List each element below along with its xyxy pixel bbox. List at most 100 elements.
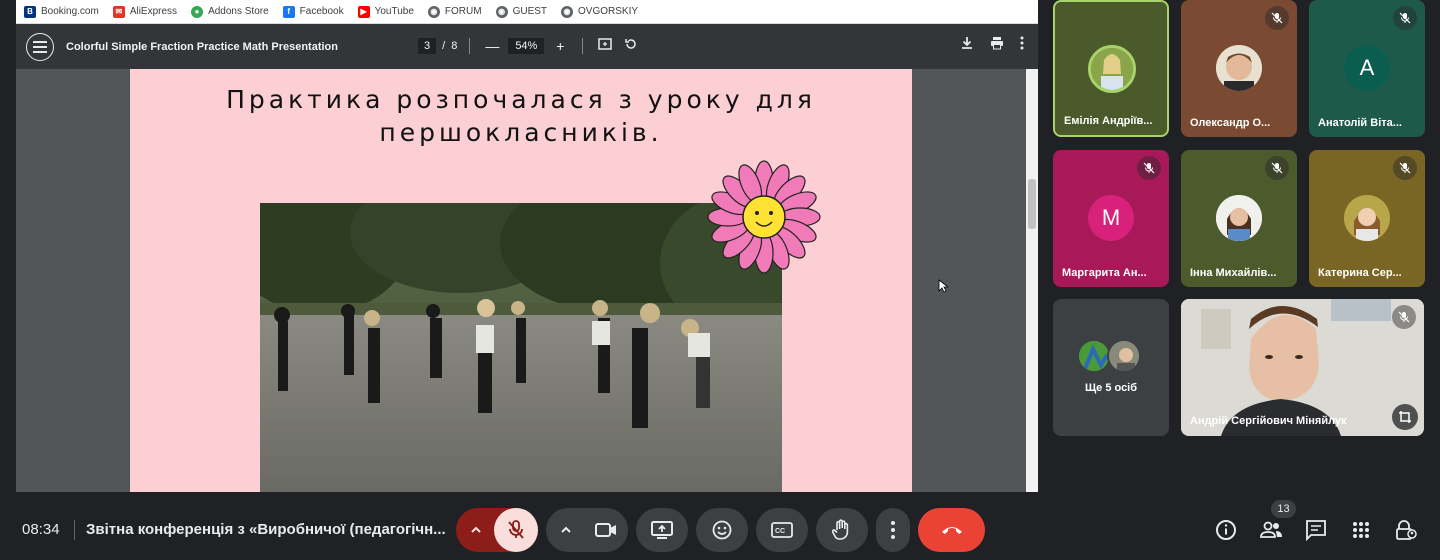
participant-name: Олександр О... xyxy=(1190,117,1271,129)
participant-tile[interactable]: Емілія Андріїв... xyxy=(1053,0,1169,137)
zoom-in-icon[interactable]: + xyxy=(550,38,570,54)
pdf-scrollbar[interactable] xyxy=(1026,69,1038,492)
aliexpress-icon: ✉ xyxy=(112,5,125,18)
slide-page: Практика розпочалася з уроку для першокл… xyxy=(130,69,912,492)
rotate-icon[interactable] xyxy=(621,37,641,54)
avatar: A xyxy=(1344,45,1390,91)
globe-icon: ◉ xyxy=(427,5,440,18)
participant-name: Анатолій Віта... xyxy=(1318,117,1402,129)
more-options-button[interactable] xyxy=(876,508,910,552)
present-screen-icon xyxy=(651,521,673,539)
divider xyxy=(74,520,75,540)
page-number-input[interactable]: 3 xyxy=(418,37,437,54)
emoji-button[interactable] xyxy=(696,508,748,552)
camera-options-chevron-icon[interactable] xyxy=(560,521,572,542)
participant-name: Маргарита Ан... xyxy=(1062,267,1147,279)
slide-photo xyxy=(260,203,782,492)
hang-up-icon xyxy=(941,527,962,534)
bookmark-ovgorskiy[interactable]: ◉ OVGORSKIY xyxy=(561,5,638,18)
booking-icon: B xyxy=(24,5,36,18)
participant-tile[interactable]: Катерина Сер... xyxy=(1309,150,1425,287)
zoom-out-icon[interactable]: — xyxy=(482,38,502,54)
bookmark-facebook[interactable]: f Facebook xyxy=(282,5,344,18)
pdf-title: Colorful Simple Fraction Practice Math P… xyxy=(66,40,338,53)
more-vert-icon xyxy=(891,521,895,539)
bookmark-forum[interactable]: ◉ FORUM xyxy=(427,5,482,18)
bookmark-aliexpress[interactable]: ✉ AliExpress xyxy=(112,5,177,18)
flower-sticker xyxy=(706,159,822,275)
menu-button[interactable] xyxy=(26,32,54,61)
bookmark-addons-store[interactable]: ● Addons Store xyxy=(191,5,269,18)
camera-button[interactable] xyxy=(584,508,628,552)
more-people-label: Ще 5 осіб xyxy=(1084,382,1138,394)
self-name: Андрій Сергійович Міняйлук xyxy=(1190,415,1347,427)
present-button[interactable] xyxy=(636,508,688,552)
mic-options-chevron-icon[interactable] xyxy=(470,521,482,542)
mic-off-button[interactable] xyxy=(494,508,538,552)
print-icon[interactable] xyxy=(990,36,1004,55)
mouse-cursor-icon xyxy=(938,279,950,298)
download-icon[interactable] xyxy=(960,36,974,55)
self-view-tile[interactable]: Андрій Сергійович Міняйлук xyxy=(1181,299,1424,436)
camera-control-group xyxy=(546,508,628,552)
page-separator: / xyxy=(442,39,446,52)
bookmark-youtube[interactable]: ▶ YouTube xyxy=(357,5,414,18)
activities-button[interactable] xyxy=(1349,518,1373,542)
mic-off-icon xyxy=(1137,156,1161,180)
toolbar-divider xyxy=(469,37,471,54)
page-controls: 3 / 8 — 54% + xyxy=(418,37,641,54)
slide-title: Практика розпочалася з уроку для першокл… xyxy=(226,85,816,147)
chat-icon xyxy=(1306,520,1326,541)
pdf-toolbar: Colorful Simple Fraction Practice Math P… xyxy=(16,24,1038,69)
participant-name: Катерина Сер... xyxy=(1318,267,1402,279)
participant-tile[interactable]: M Маргарита Ан... xyxy=(1053,150,1169,287)
captions-button[interactable]: CC xyxy=(756,508,808,552)
scroll-thumb[interactable] xyxy=(1028,179,1036,229)
participant-name: Емілія Андріїв... xyxy=(1064,115,1153,127)
shared-screen: B Booking.com ✉ AliExpress ● Addons Store f… xyxy=(16,0,1038,492)
mic-off-icon xyxy=(1392,305,1416,329)
participant-count-badge: 13 xyxy=(1271,500,1296,518)
meeting-info-button[interactable] xyxy=(1214,518,1238,542)
chat-button[interactable] xyxy=(1304,518,1328,542)
people-icon xyxy=(1260,521,1282,538)
participant-tile[interactable]: A Анатолій Віта... xyxy=(1309,0,1425,137)
facebook-icon: f xyxy=(282,5,295,18)
participant-tile[interactable]: Інна Михайлів... xyxy=(1181,150,1297,287)
zoom-input[interactable]: 54% xyxy=(508,37,545,54)
more-vert-icon[interactable] xyxy=(1020,36,1024,55)
hand-icon xyxy=(832,519,849,540)
mic-off-icon xyxy=(1393,156,1417,180)
captions-icon: CC xyxy=(771,522,793,538)
mic-off-icon xyxy=(508,520,524,539)
bookmarks-bar: B Booking.com ✉ AliExpress ● Addons Store f… xyxy=(16,0,1038,24)
end-call-button[interactable] xyxy=(918,508,985,552)
avatar-stack xyxy=(1077,339,1147,375)
clock: 08:34 xyxy=(22,521,60,538)
bookmark-guest[interactable]: ◉ GUEST xyxy=(495,5,547,18)
avatar xyxy=(1216,195,1262,241)
apps-grid-icon xyxy=(1353,522,1369,538)
pdf-actions xyxy=(960,36,1024,55)
people-button[interactable] xyxy=(1259,518,1283,542)
raise-hand-button[interactable] xyxy=(816,508,868,552)
avatar: M xyxy=(1088,195,1134,241)
globe-icon: ◉ xyxy=(561,5,574,18)
avatar xyxy=(1344,195,1390,241)
bookmark-booking[interactable]: B Booking.com xyxy=(24,5,99,18)
fit-page-icon[interactable] xyxy=(595,37,615,54)
crop-icon[interactable] xyxy=(1392,404,1418,430)
participant-tile[interactable]: Олександр О... xyxy=(1181,0,1297,137)
youtube-icon: ▶ xyxy=(357,5,370,18)
svg-text:CC: CC xyxy=(775,528,785,535)
globe-icon: ◉ xyxy=(495,5,508,18)
avatar xyxy=(1216,45,1262,91)
pdf-viewport: Практика розпочалася з уроку для першокл… xyxy=(16,69,1038,492)
meeting-title: Звітна конференція з «Виробничої (педаго… xyxy=(86,521,446,538)
hamburger-icon xyxy=(33,40,47,53)
lock-person-icon xyxy=(1396,520,1417,540)
mic-off-icon xyxy=(1265,6,1289,30)
info-icon xyxy=(1216,520,1236,540)
more-participants-tile[interactable]: Ще 5 осіб xyxy=(1053,299,1169,436)
host-controls-button[interactable] xyxy=(1394,518,1418,542)
